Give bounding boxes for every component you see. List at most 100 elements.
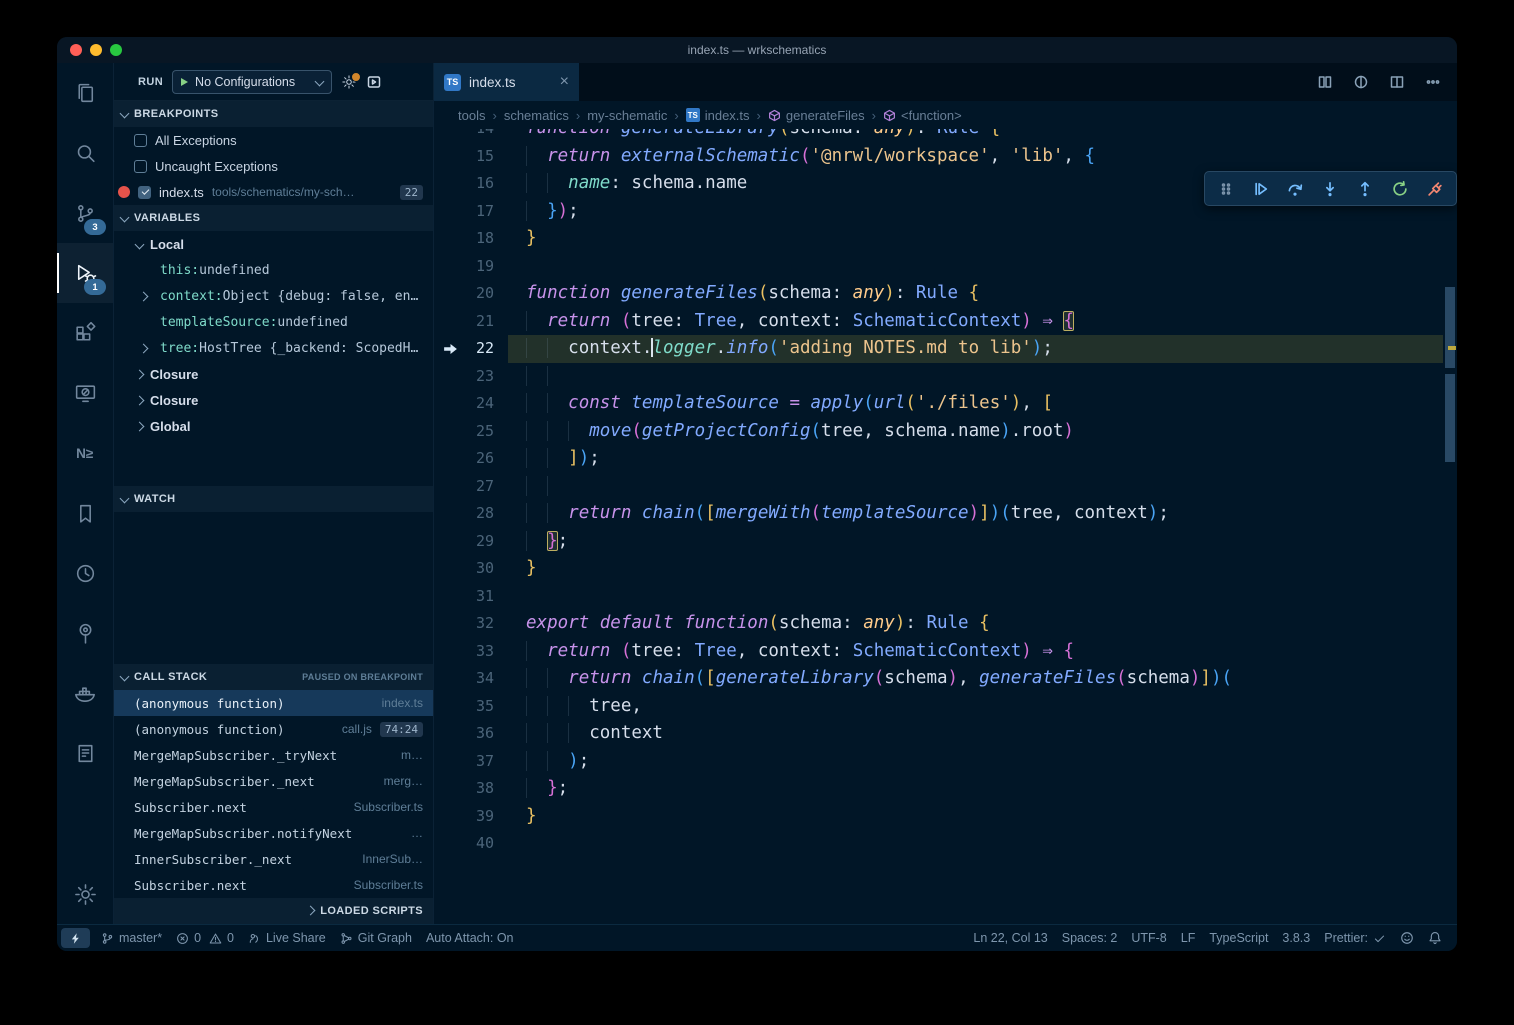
- gutter[interactable]: 20: [434, 280, 508, 308]
- breakpoints-header[interactable]: BREAKPOINTS: [114, 101, 433, 127]
- gutter[interactable]: 34: [434, 665, 508, 693]
- prettier[interactable]: Prettier:: [1317, 925, 1393, 951]
- activity-bookmarks[interactable]: [57, 483, 113, 543]
- variable-item[interactable]: tree: HostTree {_backend: ScopedH…: [114, 335, 433, 361]
- language-mode[interactable]: TypeScript: [1202, 925, 1275, 951]
- gutter[interactable]: 23: [434, 363, 508, 391]
- git-branch[interactable]: master*: [94, 925, 169, 951]
- gutter[interactable]: 37: [434, 748, 508, 776]
- zoom-window-button[interactable]: [110, 44, 122, 56]
- gutter[interactable]: 32: [434, 610, 508, 638]
- step-over-button[interactable]: [1286, 180, 1304, 198]
- breakpoint-uncaught-exceptions[interactable]: Uncaught Exceptions: [114, 153, 433, 179]
- breakpoint-all-exceptions[interactable]: All Exceptions: [114, 127, 433, 153]
- code-line[interactable]: 40: [434, 830, 1443, 858]
- gutter[interactable]: 16: [434, 170, 508, 198]
- activity-history[interactable]: [57, 543, 113, 603]
- gutter[interactable]: 31: [434, 583, 508, 611]
- code-line[interactable]: 26 ]);: [434, 445, 1443, 473]
- scope-closure[interactable]: Closure: [114, 361, 433, 387]
- breadcrumb-item[interactable]: my-schematic: [587, 108, 667, 123]
- variable-item[interactable]: this: undefined: [114, 257, 433, 283]
- gutter[interactable]: 21: [434, 308, 508, 336]
- scrollbar-thumb[interactable]: [1445, 287, 1455, 368]
- code-line[interactable]: 28 return chain([mergeWith(templateSourc…: [434, 500, 1443, 528]
- scrollbar-thumb[interactable]: [1445, 374, 1455, 462]
- step-out-button[interactable]: [1356, 180, 1374, 198]
- activity-run-and-debug[interactable]: 1: [57, 243, 113, 303]
- close-tab-icon[interactable]: ×: [560, 74, 569, 90]
- minimize-window-button[interactable]: [90, 44, 102, 56]
- activity-source-control[interactable]: 3: [57, 183, 113, 243]
- code-line[interactable]: 18}: [434, 225, 1443, 253]
- git-graph[interactable]: Git Graph: [333, 925, 419, 951]
- gutter[interactable]: 28: [434, 500, 508, 528]
- gutter[interactable]: 27: [434, 473, 508, 501]
- gutter[interactable]: 18: [434, 225, 508, 253]
- gutter[interactable]: 17: [434, 198, 508, 226]
- titlebar[interactable]: index.ts — wrkschematics: [57, 37, 1457, 63]
- configure-gear-button[interactable]: [341, 74, 357, 90]
- checkbox-unchecked-icon[interactable]: [134, 134, 147, 147]
- gutter[interactable]: 22: [434, 335, 508, 363]
- live-share[interactable]: Live Share: [241, 925, 333, 951]
- code-line[interactable]: 29 };: [434, 528, 1443, 556]
- code-line[interactable]: 36 context: [434, 720, 1443, 748]
- compare-changes-icon[interactable]: [1353, 74, 1369, 90]
- gutter[interactable]: 25: [434, 418, 508, 446]
- typescript-version[interactable]: 3.8.3: [1275, 925, 1317, 951]
- checkbox-checked-icon[interactable]: [138, 186, 151, 199]
- gutter[interactable]: 35: [434, 693, 508, 721]
- variables-header[interactable]: VARIABLES: [114, 205, 433, 231]
- code-line[interactable]: 34 return chain([generateLibrary(schema)…: [434, 665, 1443, 693]
- indentation[interactable]: Spaces: 2: [1055, 925, 1125, 951]
- error-count[interactable]: 0: [169, 925, 208, 951]
- scope-closure[interactable]: Closure: [114, 387, 433, 413]
- activity-notebook[interactable]: [57, 723, 113, 783]
- breadcrumb-item[interactable]: tools: [458, 108, 485, 123]
- activity-search[interactable]: [57, 123, 113, 183]
- scope-local[interactable]: Local: [114, 231, 433, 257]
- code-line[interactable]: 24 const templateSource = apply(url('./f…: [434, 390, 1443, 418]
- step-into-button[interactable]: [1321, 180, 1339, 198]
- activity-manage[interactable]: [57, 864, 113, 924]
- code-line[interactable]: 39}: [434, 803, 1443, 831]
- gutter[interactable]: 33: [434, 638, 508, 666]
- code-line[interactable]: 30}: [434, 555, 1443, 583]
- gutter[interactable]: 15: [434, 143, 508, 171]
- code-line[interactable]: 21 return (tree: Tree, context: Schemati…: [434, 308, 1443, 336]
- tab-index-ts[interactable]: TS index.ts ×: [434, 63, 579, 101]
- gutter[interactable]: 19: [434, 253, 508, 281]
- gutter[interactable]: 26: [434, 445, 508, 473]
- code-line[interactable]: 23: [434, 363, 1443, 391]
- notifications[interactable]: [1421, 925, 1449, 951]
- gutter[interactable]: 29: [434, 528, 508, 556]
- activity-nx-console[interactable]: N≥: [57, 423, 113, 483]
- close-window-button[interactable]: [70, 44, 82, 56]
- code-line[interactable]: 14function generateLibrary(schema: any):…: [434, 129, 1443, 143]
- code-line[interactable]: 19: [434, 253, 1443, 281]
- activity-docker[interactable]: [57, 663, 113, 723]
- gutter[interactable]: 38: [434, 775, 508, 803]
- variable-item[interactable]: context: Object {debug: false, en…: [114, 283, 433, 309]
- breadcrumb-item[interactable]: generateFiles: [768, 108, 865, 123]
- more-actions-icon[interactable]: [1425, 74, 1441, 90]
- callstack-frame[interactable]: MergeMapSubscriber._tryNextm…: [114, 742, 433, 768]
- variable-item[interactable]: templateSource: undefined: [114, 309, 433, 335]
- drag-handle-icon[interactable]: [1218, 181, 1234, 197]
- code-line[interactable]: 22 context.logger.info('adding NOTES.md …: [434, 335, 1443, 363]
- gutter[interactable]: 36: [434, 720, 508, 748]
- configuration-dropdown[interactable]: No Configurations: [172, 70, 332, 94]
- callstack-frame[interactable]: (anonymous function)call.js74:24: [114, 716, 433, 742]
- loaded-scripts-header[interactable]: LOADED SCRIPTS: [114, 898, 433, 924]
- scope-global[interactable]: Global: [114, 413, 433, 439]
- activity-peacock[interactable]: [57, 603, 113, 663]
- activity-remote-preview[interactable]: [57, 363, 113, 423]
- gutter[interactable]: 39: [434, 803, 508, 831]
- code-line[interactable]: 25 move(getProjectConfig(tree, schema.na…: [434, 418, 1443, 446]
- watch-header[interactable]: WATCH: [114, 486, 433, 512]
- feedback[interactable]: [1393, 925, 1421, 951]
- cursor-position[interactable]: Ln 22, Col 13: [966, 925, 1054, 951]
- code-line[interactable]: 37 );: [434, 748, 1443, 776]
- eol[interactable]: LF: [1174, 925, 1203, 951]
